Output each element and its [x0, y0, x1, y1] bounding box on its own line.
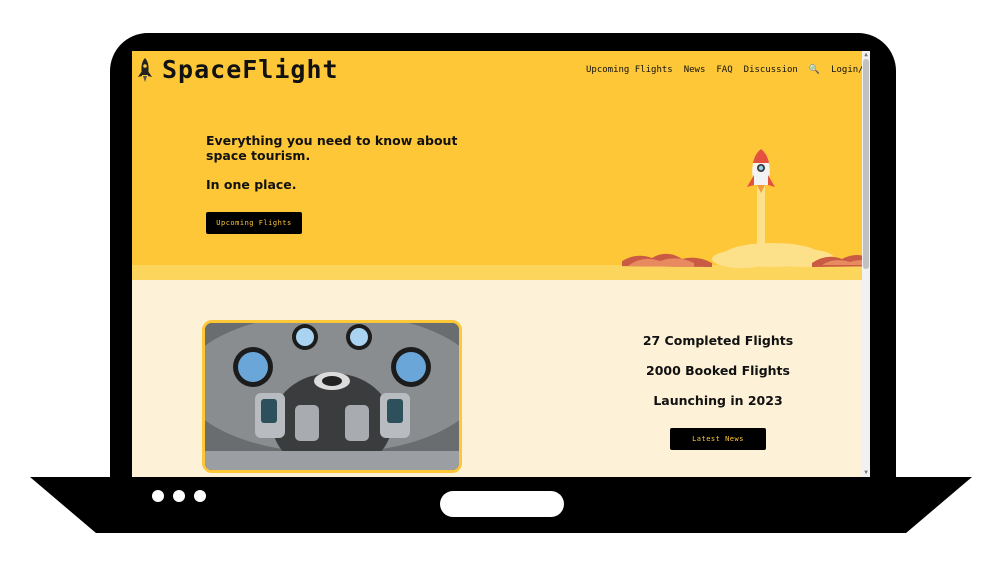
- rocket-launch-illustration: [622, 149, 870, 268]
- scroll-down-arrow[interactable]: ▼: [862, 469, 870, 477]
- stat-booked-flights: 2000 Booked Flights: [646, 363, 790, 378]
- logo-wordmark: SpaceFlight: [162, 55, 339, 84]
- nav-discussion[interactable]: Discussion: [744, 65, 798, 75]
- hero-text: Everything you need to know about space …: [206, 133, 457, 192]
- nav-faq[interactable]: FAQ: [716, 65, 732, 75]
- search-icon[interactable]: 🔍: [809, 65, 820, 75]
- browser-viewport: SpaceFlight Upcoming Flights News FAQ Di…: [132, 51, 870, 477]
- scroll-up-arrow[interactable]: ▲: [862, 51, 870, 59]
- scrollbar-thumb[interactable]: [863, 59, 869, 269]
- indicator-light: [194, 490, 206, 502]
- hero-headline-line2: space tourism.: [206, 148, 311, 163]
- flight-stats: 27 Completed Flights 2000 Booked Flights…: [618, 333, 818, 423]
- nav-upcoming-flights[interactable]: Upcoming Flights: [586, 65, 673, 75]
- stat-launch-year: Launching in 2023: [653, 393, 783, 408]
- main-nav: Upcoming Flights News FAQ Discussion 🔍 L…: [586, 65, 870, 75]
- upcoming-flights-button[interactable]: Upcoming Flights: [206, 212, 302, 234]
- hero-headline-line1: Everything you need to know about: [206, 133, 458, 148]
- indicator-light: [173, 490, 185, 502]
- spacecraft-cabin-photo: [202, 320, 462, 473]
- indicator-light: [152, 490, 164, 502]
- nav-news[interactable]: News: [684, 65, 706, 75]
- latest-news-button[interactable]: Latest News: [670, 428, 766, 450]
- hero-subheadline: In one place.: [206, 177, 297, 192]
- vertical-scrollbar[interactable]: ▲ ▼: [862, 51, 870, 477]
- site-logo[interactable]: SpaceFlight: [137, 55, 339, 84]
- rocket-icon: [138, 57, 152, 82]
- trackpad: [440, 491, 564, 517]
- stat-completed-flights: 27 Completed Flights: [642, 333, 794, 348]
